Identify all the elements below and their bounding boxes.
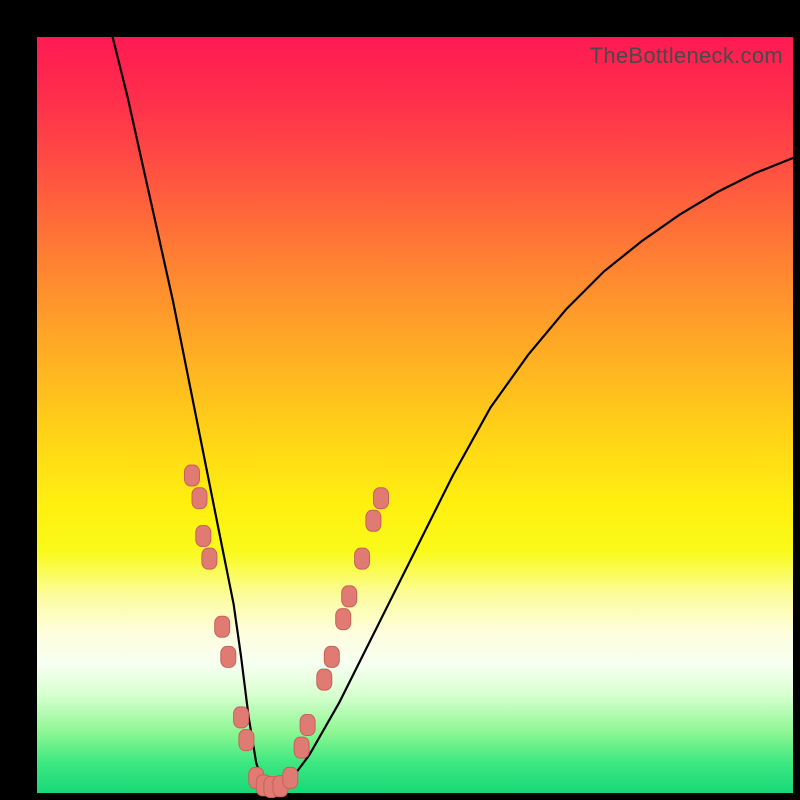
data-point (196, 526, 211, 547)
curve-layer (37, 37, 793, 793)
data-point (192, 488, 207, 509)
data-point (374, 488, 389, 509)
data-point (185, 465, 200, 486)
bottleneck-curve (113, 37, 793, 793)
data-point (239, 730, 254, 751)
data-point (283, 767, 298, 788)
chart-frame: TheBottleneck.com (0, 0, 800, 800)
data-point (234, 707, 249, 728)
data-point (202, 548, 217, 569)
data-point (342, 586, 357, 607)
plot-area: TheBottleneck.com (37, 37, 793, 793)
data-point (221, 646, 236, 667)
data-point (324, 646, 339, 667)
data-point (300, 715, 315, 736)
data-point (355, 548, 370, 569)
data-point (215, 616, 230, 637)
data-point (294, 737, 309, 758)
data-point (317, 669, 332, 690)
data-point (336, 609, 351, 630)
data-point (366, 510, 381, 531)
